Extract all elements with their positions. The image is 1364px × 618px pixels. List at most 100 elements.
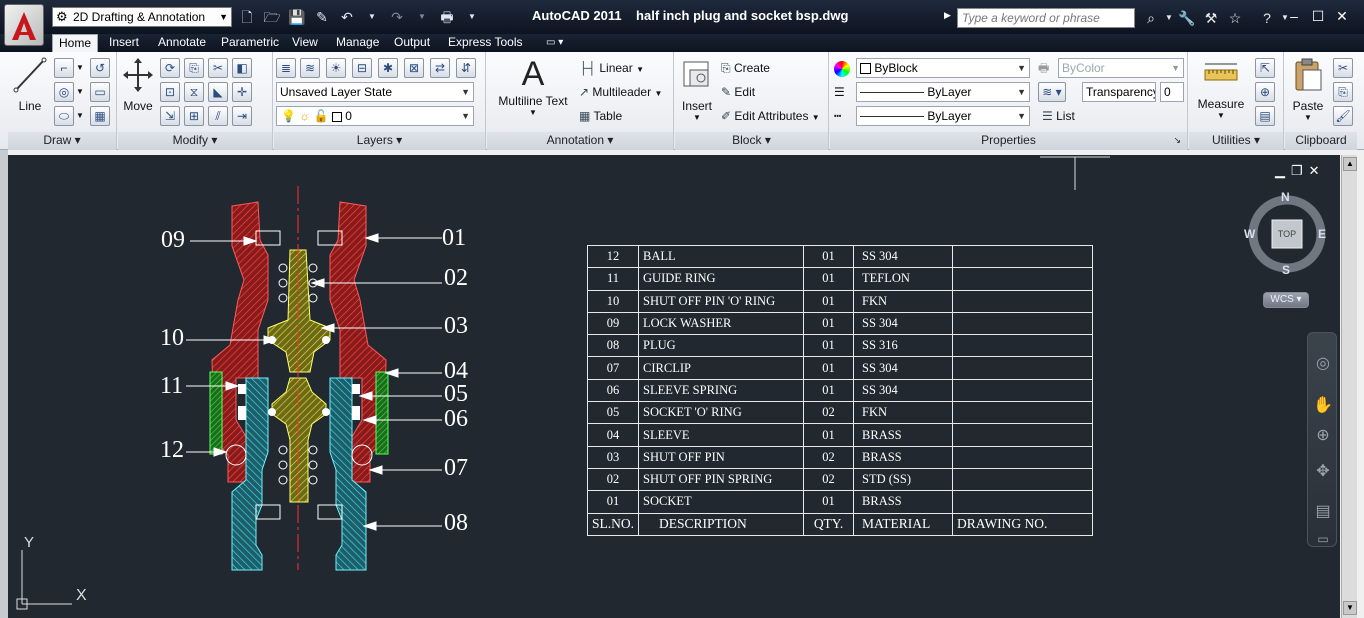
insert-block-button[interactable]: Insert ▼ bbox=[677, 56, 717, 122]
navbar-options-icon[interactable]: ▭ bbox=[1312, 528, 1334, 550]
paste-button[interactable]: Paste ▼ bbox=[1287, 56, 1329, 122]
dropdown-icon[interactable]: ▼ bbox=[1164, 8, 1174, 28]
showmotion-icon[interactable]: ▤ bbox=[1312, 501, 1334, 523]
tab-insert[interactable]: Insert bbox=[109, 34, 139, 52]
copy-icon[interactable]: ⎘ bbox=[184, 58, 204, 78]
match-properties-icon[interactable]: 🖌 bbox=[1333, 106, 1353, 126]
viewport-restore-icon[interactable]: ❐ bbox=[1291, 163, 1303, 179]
viewcube-top-face[interactable]: TOP bbox=[1272, 229, 1302, 239]
minimize-icon[interactable]: – bbox=[1284, 6, 1304, 26]
compass-west[interactable]: W bbox=[1244, 227, 1255, 241]
application-menu-button[interactable] bbox=[4, 4, 44, 46]
lineweight-icon[interactable]: ☰ bbox=[834, 82, 845, 102]
ellipse-dropdown-icon[interactable]: ▼ bbox=[76, 106, 84, 126]
redo-dropdown-icon[interactable]: ▼ bbox=[411, 7, 433, 27]
vertical-scrollbar[interactable]: ▲ ▼ bbox=[1341, 155, 1357, 618]
zoom-extents-icon[interactable]: ⊕ bbox=[1312, 425, 1334, 447]
viewcube[interactable]: N S E W TOP bbox=[1238, 188, 1338, 288]
erase-icon[interactable]: ◧ bbox=[232, 58, 252, 78]
new-file-icon[interactable]: 🗋 bbox=[236, 7, 258, 27]
scale-icon[interactable]: ⇲ bbox=[160, 106, 180, 126]
customize-qat-icon[interactable]: ▼ bbox=[461, 7, 483, 27]
pan-hand-icon[interactable]: ✋ bbox=[1312, 395, 1334, 417]
stretch-icon[interactable]: ⊡ bbox=[160, 82, 180, 102]
open-folder-icon[interactable]: 🗁 bbox=[261, 7, 283, 27]
annotation-panel-title[interactable]: Annotation ▾ bbox=[487, 132, 673, 150]
layer-walk-icon[interactable]: ⇵ bbox=[456, 58, 476, 78]
copy-clip-icon[interactable]: ⎘ bbox=[1333, 82, 1353, 102]
transparency-icon[interactable]: ≋ ▾ bbox=[1038, 82, 1066, 102]
move-button[interactable]: Move bbox=[120, 56, 156, 113]
tab-annotate[interactable]: Annotate bbox=[158, 34, 206, 52]
layer-freeze-icon[interactable]: ✱ bbox=[378, 58, 398, 78]
help-icon[interactable]: ? bbox=[1256, 8, 1278, 28]
close-icon[interactable]: ✕ bbox=[1332, 6, 1352, 26]
linetype-dropdown[interactable]: ByLayer ▼ bbox=[856, 82, 1030, 102]
lengthen-icon[interactable]: ⇥ bbox=[232, 106, 252, 126]
linetype-icon[interactable]: ┅ bbox=[834, 106, 841, 126]
tab-home[interactable]: Home bbox=[52, 34, 99, 52]
undo-dropdown-icon[interactable]: ▼ bbox=[361, 7, 383, 27]
clipboard-panel-title[interactable]: Clipboard bbox=[1285, 132, 1357, 150]
offset-icon[interactable]: ⫽ bbox=[208, 106, 228, 126]
layer-match-icon[interactable]: ⇄ bbox=[430, 58, 450, 78]
workspace-dropdown[interactable]: ⚙ 2D Drafting & Annotation ▼ bbox=[52, 7, 232, 27]
layer-state-dropdown[interactable]: Unsaved Layer State ▼ bbox=[276, 82, 474, 102]
binoculars-icon[interactable]: ⌕ bbox=[1140, 8, 1162, 28]
measure-button[interactable]: Measure ▼ bbox=[1193, 58, 1249, 120]
layers-panel-title[interactable]: Layers ▾ bbox=[274, 132, 485, 150]
tab-express-tools[interactable]: Express Tools bbox=[448, 34, 522, 52]
scroll-up-icon[interactable]: ▲ bbox=[1343, 157, 1357, 171]
steering-wheel-icon[interactable]: ◎ bbox=[1312, 353, 1334, 375]
color-wheel-icon[interactable] bbox=[834, 58, 850, 78]
compass-south[interactable]: S bbox=[1282, 263, 1290, 277]
search-input[interactable]: Type a keyword or phrase bbox=[957, 8, 1135, 28]
polyline-icon[interactable]: ⌐ bbox=[54, 58, 74, 78]
select-all-icon[interactable]: ⊕ bbox=[1255, 82, 1275, 102]
lineweight-dropdown[interactable]: ByLayer ▼ bbox=[856, 106, 1030, 126]
ellipse-icon[interactable]: ⬭ bbox=[54, 106, 74, 126]
tab-view[interactable]: View bbox=[292, 34, 318, 52]
modify-panel-title[interactable]: Modify ▾ bbox=[118, 132, 272, 150]
calculator-icon[interactable]: ▤ bbox=[1255, 106, 1275, 126]
tab-parametric[interactable]: Parametric bbox=[221, 34, 279, 52]
rotate-icon[interactable]: ⟳ bbox=[160, 58, 180, 78]
scroll-down-icon[interactable]: ▼ bbox=[1343, 601, 1357, 615]
orbit-icon[interactable]: ✥ bbox=[1312, 461, 1334, 483]
undo-icon[interactable]: ↶ bbox=[336, 7, 358, 27]
draw-panel-title[interactable]: Draw ▾ bbox=[8, 132, 116, 150]
layer-properties-icon[interactable]: ≣ bbox=[276, 58, 296, 78]
color-dropdown[interactable]: ByBlock ▼ bbox=[856, 58, 1030, 78]
expand-search-icon[interactable]: ▶ bbox=[944, 10, 951, 21]
cut-icon[interactable]: ✂ bbox=[1333, 58, 1353, 78]
maximize-icon[interactable]: ☐ bbox=[1308, 6, 1328, 26]
ribbon-options-icon[interactable]: ▭ ▾ bbox=[546, 34, 563, 52]
plot-icon[interactable]: 🖶 bbox=[436, 7, 458, 27]
subscription-center-icon[interactable]: 🔧 bbox=[1176, 8, 1198, 28]
layer-off-icon[interactable]: ☀ bbox=[326, 58, 346, 78]
wcs-menu-button[interactable]: WCS ▾ bbox=[1263, 292, 1309, 308]
multileader-button[interactable]: ↗ Multileader ▼ bbox=[579, 82, 662, 104]
quick-select-icon[interactable]: ⇱ bbox=[1255, 58, 1275, 78]
layer-isolate-icon[interactable]: ⊟ bbox=[352, 58, 372, 78]
fillet-icon[interactable]: ◣ bbox=[208, 82, 228, 102]
create-block-button[interactable]: ⎘ Create bbox=[721, 58, 770, 78]
viewport-close-icon[interactable]: ✕ bbox=[1309, 163, 1320, 179]
hatch-icon[interactable]: ▦ bbox=[90, 106, 110, 126]
utilities-panel-title[interactable]: Utilities ▾ bbox=[1189, 132, 1283, 150]
tab-output[interactable]: Output bbox=[394, 34, 430, 52]
mirror-icon[interactable]: ⧖ bbox=[184, 82, 204, 102]
plot-style-dropdown[interactable]: ByColor ▼ bbox=[1058, 58, 1184, 78]
communication-center-icon[interactable]: ⚒ bbox=[1200, 8, 1222, 28]
viewport-minimize-icon[interactable]: ▁ bbox=[1275, 163, 1285, 179]
tab-manage[interactable]: Manage bbox=[336, 34, 379, 52]
array-icon[interactable]: ⊞ bbox=[184, 106, 204, 126]
rectangle-icon[interactable]: ▭ bbox=[90, 82, 110, 102]
redo-icon[interactable]: ↷ bbox=[386, 7, 408, 27]
block-panel-title[interactable]: Block ▾ bbox=[675, 132, 828, 150]
compass-north[interactable]: N bbox=[1281, 190, 1290, 204]
layer-states-icon[interactable]: ≋ bbox=[300, 58, 320, 78]
list-button[interactable]: ☰ List bbox=[1042, 106, 1075, 126]
layer-dropdown[interactable]: 💡 ☼ 🔓 0 ▼ bbox=[276, 106, 474, 126]
transparency-value[interactable]: 0 bbox=[1160, 82, 1184, 102]
